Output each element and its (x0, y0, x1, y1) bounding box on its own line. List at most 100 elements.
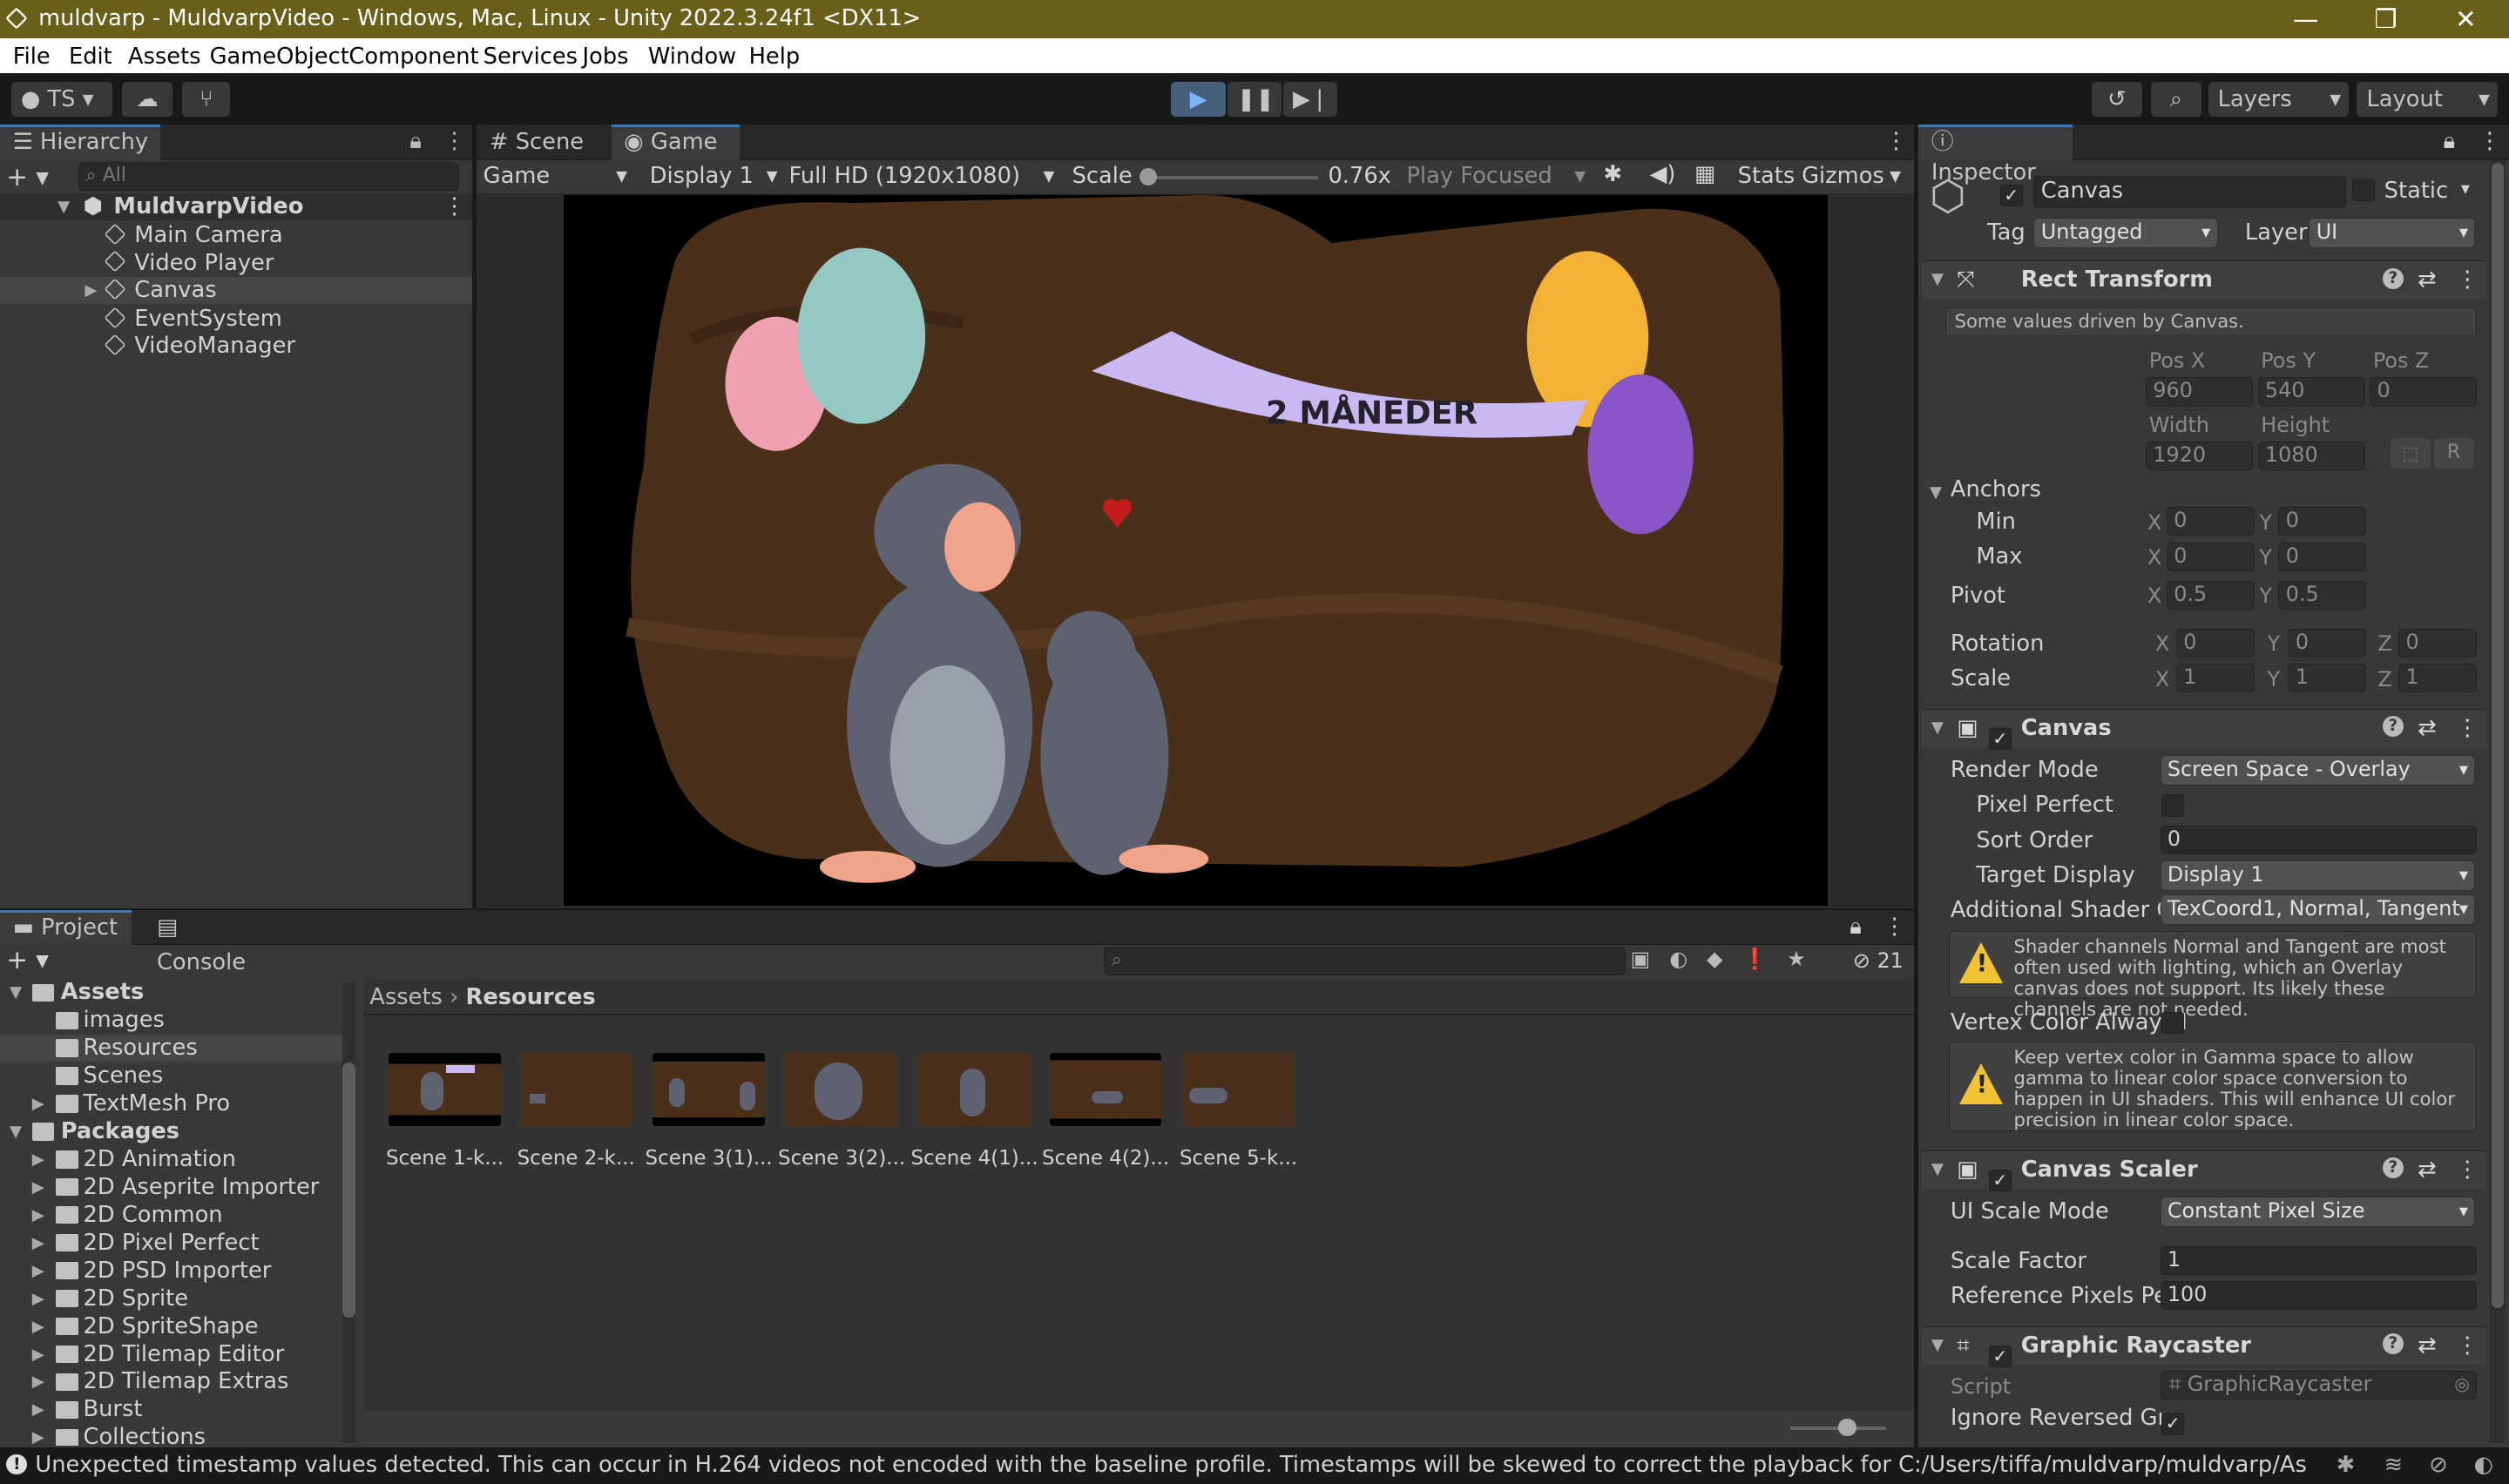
graphic-raycaster-header[interactable]: ▼ ⌗ ✓ Graphic Raycaster ? ⇄ ⋮ (1921, 1325, 2487, 1368)
canvas-enabled-toggle[interactable]: ✓ (1989, 716, 2012, 752)
presets-icon[interactable]: ⇄ (2418, 710, 2437, 746)
cache-icon[interactable]: ≋ (2384, 1447, 2404, 1482)
undo-history-button[interactable]: ↺ (2091, 81, 2143, 118)
expand-arrow-icon[interactable]: ▶ (32, 1368, 44, 1395)
expand-arrow-icon[interactable]: ▶ (32, 1341, 44, 1368)
project-search-input[interactable]: ⌕ (1104, 947, 1626, 976)
expand-arrow-icon[interactable]: ▶ (32, 1174, 44, 1201)
more-icon[interactable]: ⋮ (443, 193, 466, 220)
render-mode-dropdown[interactable]: Screen Space - Overlay (2160, 754, 2476, 786)
presets-icon[interactable]: ⇄ (2418, 261, 2437, 298)
asset-thumb-3[interactable] (653, 1052, 765, 1127)
ui-scale-mode-dropdown[interactable]: Constant Pixel Size (2160, 1196, 2476, 1227)
game-mode-dropdown[interactable]: Game ▾ (484, 163, 627, 189)
progress-icon[interactable]: ◐ (2474, 1447, 2493, 1482)
layers-dropdown[interactable]: Layers ▾ (2208, 81, 2350, 118)
more-menu-icon[interactable]: ⋮ (2479, 128, 2501, 154)
help-icon[interactable]: ? (2382, 716, 2404, 737)
breadcrumb-assets[interactable]: Assets (369, 984, 443, 1010)
menu-help[interactable]: Help (749, 44, 801, 70)
project-tree-item[interactable]: ▶ 2D Sprite (0, 1285, 342, 1312)
help-icon[interactable]: ? (2382, 1332, 2404, 1354)
canvas-scaler-enabled-toggle[interactable]: ✓ (1989, 1157, 2012, 1194)
component-menu-icon[interactable]: ⋮ (2456, 710, 2479, 746)
pos-x-field[interactable]: 960 (2146, 377, 2254, 407)
menu-gameobject[interactable]: GameObject (210, 44, 349, 70)
minimize-button[interactable]: — (2266, 0, 2346, 38)
hierarchy-search-input[interactable]: ⌕ All (78, 161, 460, 191)
favorite-icon[interactable]: ★ (1787, 947, 1824, 971)
tab-inspector[interactable]: ⓘ Inspector (1918, 125, 2073, 186)
asset-thumb-5[interactable] (918, 1052, 1031, 1127)
width-field[interactable]: 1920 (2146, 441, 2254, 470)
project-tree-item[interactable]: ▶ Burst (0, 1396, 342, 1423)
reference-pixels-field[interactable]: 100 (2160, 1281, 2478, 1311)
display-dropdown[interactable]: Display 1 ▾ (650, 163, 778, 189)
canvas-scaler-header[interactable]: ▼ ▣ ✓ Canvas Scaler ? ⇄ ⋮ (1921, 1150, 2487, 1192)
project-tree-item[interactable]: ▶ Collections (0, 1424, 342, 1447)
asset-thumb-6[interactable] (1049, 1052, 1162, 1127)
tab-game[interactable]: ◉ Game (611, 125, 740, 160)
debug-icon[interactable]: ✱ (2337, 1447, 2356, 1482)
component-menu-icon[interactable]: ⋮ (2456, 1151, 2479, 1188)
project-tree-item[interactable]: Scenes (0, 1062, 342, 1089)
project-tree-item[interactable]: ▶ 2D Animation (0, 1146, 342, 1173)
raw-edit-button[interactable]: R (2433, 438, 2474, 469)
lock-icon[interactable]: 🔒︎ (1850, 914, 1862, 941)
lock-icon[interactable]: 🔒︎ (2444, 128, 2456, 155)
scale-z[interactable]: 1 (2398, 664, 2478, 693)
static-dropdown-icon[interactable]: ▾ (2461, 178, 2470, 199)
gizmos-dropdown[interactable]: Gizmos ▾ (1802, 163, 1901, 189)
pos-z-field[interactable]: 0 (2370, 377, 2478, 407)
close-button[interactable]: ✕ (2425, 0, 2506, 38)
pos-y-field[interactable]: 540 (2257, 377, 2365, 407)
scale-slider[interactable] (1139, 167, 1319, 186)
menu-jobs[interactable]: Jobs (583, 44, 629, 70)
icon-size-slider[interactable] (1790, 1419, 1887, 1437)
project-tree-item[interactable]: ▶ 2D Aseprite Importer (0, 1174, 342, 1201)
menu-edit[interactable]: Edit (69, 44, 112, 70)
rotation-x[interactable]: 0 (2175, 628, 2255, 658)
target-display-dropdown[interactable]: Display 1 (2160, 860, 2476, 892)
component-menu-icon[interactable]: ⋮ (2456, 1327, 2479, 1364)
rotation-y[interactable]: 0 (2288, 628, 2367, 658)
active-toggle[interactable]: ✓ (1999, 178, 2023, 207)
cloud-button[interactable]: ☁ (121, 81, 173, 118)
layout-dropdown[interactable]: Layout ▾ (2357, 81, 2499, 118)
object-name-input[interactable]: Canvas (2033, 176, 2346, 208)
pivot-y[interactable]: 0.5 (2278, 580, 2367, 610)
collapse-arrow-icon[interactable]: ▼ (10, 1118, 22, 1145)
expand-arrow-icon[interactable]: ▶ (32, 1285, 44, 1312)
search-button[interactable]: ⌕ (2150, 81, 2202, 118)
hierarchy-item-main-camera[interactable]: Main Camera (104, 222, 283, 249)
raycaster-enabled-toggle[interactable]: ✓ (1989, 1333, 2012, 1370)
scene-root-row[interactable]: ▼ ⬢ MuldvarpVideo ⋮ (0, 193, 472, 221)
project-tree-item[interactable]: ▶ 2D Tilemap Editor (0, 1341, 342, 1368)
pivot-x[interactable]: 0.5 (2166, 580, 2255, 610)
expand-arrow-icon[interactable]: ▶ (32, 1090, 44, 1117)
tab-hierarchy[interactable]: ☰ Hierarchy (0, 125, 160, 160)
status-bar[interactable]: ! Unexpected timestamp values detected. … (0, 1447, 2509, 1484)
project-tree-item[interactable]: ▶ 2D Tilemap Extras (0, 1368, 342, 1395)
stats-button[interactable]: Stats (1738, 163, 1796, 189)
keyboard-icon[interactable]: ▦ (1694, 161, 1715, 187)
expand-arrow-icon[interactable]: ▶ (32, 1258, 44, 1285)
expand-arrow-icon[interactable]: ▶ (32, 1396, 44, 1423)
asset-thumb-1[interactable] (389, 1052, 501, 1127)
scale-x[interactable]: 1 (2175, 664, 2255, 693)
tab-console[interactable]: ▤ Console (144, 910, 272, 975)
restore-button[interactable]: ❐ (2346, 0, 2426, 38)
hierarchy-item-canvas[interactable]: ▶ Canvas (0, 276, 472, 304)
height-field[interactable]: 1080 (2257, 441, 2365, 470)
project-tree-item[interactable]: images (0, 1007, 342, 1034)
rect-transform-header[interactable]: ▼ ⤧ Rect Transform ? ⇄ ⋮ (1921, 260, 2487, 300)
hidden-packages-toggle[interactable]: ⊘ 21 (1853, 948, 1904, 973)
canvas-component-header[interactable]: ▼ ▣ ✓ Canvas ? ⇄ ⋮ (1921, 708, 2487, 751)
help-icon[interactable]: ? (2382, 267, 2404, 289)
type-filter-icon[interactable]: ◐ (1669, 947, 1707, 971)
expand-arrow-icon[interactable]: ▶ (32, 1230, 44, 1257)
label-filter-icon[interactable]: ◆ (1707, 947, 1741, 971)
project-tree-item[interactable]: ▶ 2D PSD Importer (0, 1258, 342, 1285)
more-menu-icon[interactable]: ⋮ (1885, 128, 1908, 154)
layer-dropdown[interactable]: UI (2309, 217, 2476, 248)
